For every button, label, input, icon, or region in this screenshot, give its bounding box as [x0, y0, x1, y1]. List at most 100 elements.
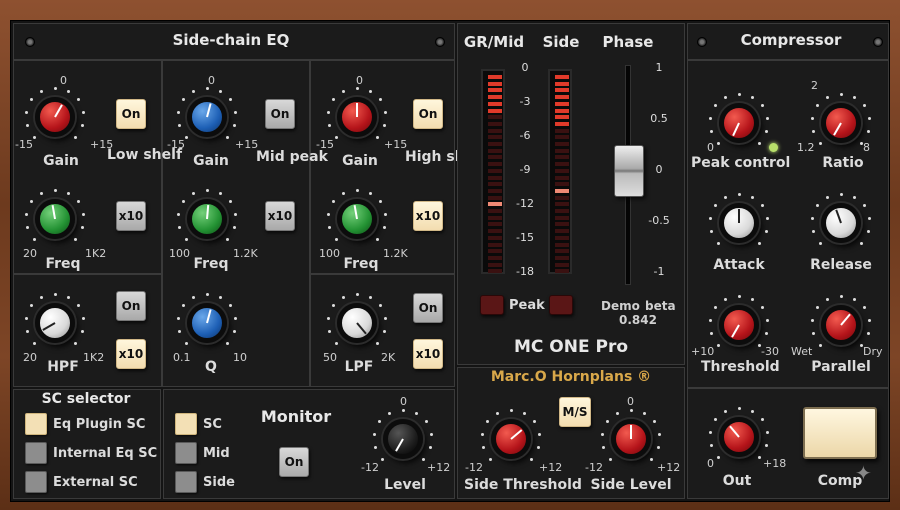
knob-scale-dot	[839, 192, 843, 196]
knob-scale-dot	[53, 86, 57, 90]
monitor-on-button[interactable]: On	[279, 447, 309, 477]
meter-segment	[555, 202, 569, 207]
lpf-knob[interactable]	[337, 303, 377, 343]
knob-scale-dot	[860, 242, 863, 245]
divider	[309, 59, 311, 387]
side-threshold-knob[interactable]	[491, 419, 531, 459]
knob-scale-dot	[376, 136, 379, 139]
lpf-x10-button[interactable]: x10	[413, 339, 443, 369]
high-freq-knob[interactable]	[337, 199, 377, 239]
meter-segment	[488, 222, 502, 227]
meter-segment	[555, 101, 569, 106]
threshold-knob[interactable]	[719, 305, 759, 345]
brand-name: Marc.O Hornplans ®	[490, 369, 652, 385]
ratio-mid: 2	[811, 79, 818, 92]
meter-segment	[488, 162, 502, 167]
knob-scale-dot	[226, 342, 229, 345]
hpf-on-button[interactable]: On	[116, 291, 146, 321]
sc-option-external-checkbox[interactable]	[25, 471, 47, 493]
comp-button[interactable]	[803, 407, 877, 459]
mid-peak-on-button[interactable]: On	[265, 99, 295, 129]
knob-scale-dot	[818, 242, 822, 245]
low-shelf-on-button[interactable]: On	[116, 99, 146, 129]
hpf-x10-button[interactable]: x10	[116, 339, 146, 369]
compressor-title: Compressor	[740, 31, 842, 49]
sc-option-eq-plugin-checkbox[interactable]	[25, 413, 47, 435]
knob-scale-dot	[480, 432, 484, 436]
knob-scale-dot	[708, 216, 712, 220]
knob-scale-dot	[522, 411, 526, 415]
meter-segment	[488, 235, 502, 240]
knob-scale-dot	[355, 292, 359, 296]
meter-segment	[488, 128, 502, 133]
monitor-mid-checkbox[interactable]	[175, 442, 197, 464]
sc-option-internal-checkbox[interactable]	[25, 442, 47, 464]
release-knob[interactable]	[821, 203, 861, 243]
hpf-min: 20	[23, 351, 37, 364]
meter-scale-tick: -15	[516, 231, 534, 244]
knob-scale-dot	[74, 238, 77, 241]
ratio-knob[interactable]	[821, 103, 861, 143]
knob-scale-dot	[530, 458, 533, 461]
monitor-level-knob[interactable]	[383, 419, 423, 459]
knob-scale-dot	[852, 297, 856, 301]
meter-segment	[555, 262, 569, 267]
monitor-mid-label: Mid	[203, 446, 230, 461]
low-freq-knob[interactable]	[35, 199, 75, 239]
mid-gain-knob[interactable]	[187, 97, 227, 137]
meter-segment	[555, 162, 569, 167]
monitor-title: Monitor	[260, 407, 332, 426]
ms-button[interactable]: M/S	[559, 397, 591, 427]
meter-segment	[488, 182, 502, 187]
parallel-knob[interactable]	[821, 305, 861, 345]
parallel-wet: Wet	[791, 345, 813, 358]
peak-control-knob[interactable]	[719, 103, 759, 143]
meter-segment	[488, 255, 502, 260]
side-level-knob[interactable]	[611, 419, 651, 459]
low-shelf-label: Low shelf	[107, 147, 183, 163]
knob-scale-dot	[750, 409, 754, 413]
high-gain-knob[interactable]	[337, 97, 377, 137]
low-x10-button[interactable]: x10	[116, 201, 146, 231]
monitor-sc-checkbox[interactable]	[175, 413, 197, 435]
knob-scale-dot	[53, 188, 57, 192]
attack-knob[interactable]	[719, 203, 759, 243]
knob-scale-dot	[74, 342, 77, 345]
product-name: MC ONE Pro	[513, 337, 629, 357]
mid-x10-button[interactable]: x10	[265, 201, 295, 231]
phase-label: Phase	[602, 33, 654, 51]
high-gain-min: -15	[316, 138, 334, 151]
meter-segment	[488, 115, 502, 120]
lpf-label: LPF	[344, 359, 374, 375]
divider	[687, 387, 889, 389]
knob-scale-dot	[737, 92, 741, 96]
divider	[687, 59, 889, 61]
phase-scale-tick: 0	[655, 163, 663, 176]
q-knob[interactable]	[187, 303, 227, 343]
lpf-on-button[interactable]: On	[413, 293, 443, 323]
meter-segment	[555, 95, 569, 100]
side-meter	[548, 69, 572, 274]
meter-segment	[555, 108, 569, 113]
knob-scale-dot	[66, 89, 70, 93]
phase-slider-handle[interactable]	[614, 145, 644, 197]
meter-segment	[555, 135, 569, 140]
sc-selector-title: SC selector	[41, 391, 131, 407]
knob-scale-dot	[860, 142, 863, 145]
high-shelf-on-button[interactable]: On	[413, 99, 443, 129]
meter-scale-tick: -3	[519, 95, 531, 108]
hpf-label: HPF	[47, 359, 79, 375]
side-threshold-min: -12	[465, 461, 483, 474]
meter-scale-tick: -18	[516, 265, 534, 278]
meter-scale-tick: 0	[521, 61, 529, 74]
knob-scale-dot	[716, 344, 720, 347]
meter-segment	[488, 195, 502, 200]
low-gain-knob[interactable]	[35, 97, 75, 137]
mid-freq-knob[interactable]	[187, 199, 227, 239]
screw	[435, 37, 445, 47]
high-x10-button[interactable]: x10	[413, 201, 443, 231]
monitor-side-checkbox[interactable]	[175, 471, 197, 493]
meter-segment	[555, 235, 569, 240]
out-knob[interactable]	[719, 417, 759, 457]
hpf-knob[interactable]	[35, 303, 75, 343]
